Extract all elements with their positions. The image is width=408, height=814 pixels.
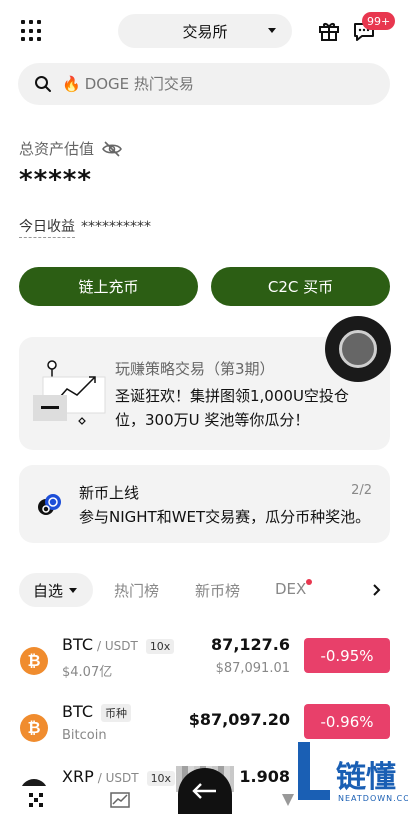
search-bar[interactable]: 🔥 bbox=[18, 63, 390, 105]
chevron-right-icon[interactable] bbox=[370, 583, 384, 597]
news-title: 新币上线 bbox=[79, 484, 140, 502]
pair: / USDT bbox=[96, 639, 138, 653]
symbol: BTC bbox=[62, 702, 93, 721]
tab-hot[interactable]: 热门榜 bbox=[114, 580, 159, 601]
onchain-deposit-button[interactable]: 链上充币 bbox=[19, 267, 198, 306]
total-assets-text: 总资产估值 bbox=[19, 140, 95, 158]
caret-down-icon bbox=[268, 28, 276, 33]
c2c-buy-button[interactable]: C2C 买币 bbox=[211, 267, 390, 306]
price: 1.908 bbox=[239, 767, 290, 786]
today-earnings-value: ********** bbox=[81, 219, 151, 235]
row-symbol: BTC 币种 bbox=[62, 702, 131, 722]
home-logo-icon[interactable] bbox=[26, 792, 46, 808]
gift-icon[interactable] bbox=[318, 20, 340, 42]
change-badge[interactable]: -0.96% bbox=[304, 704, 390, 739]
leverage-tag: 10x bbox=[145, 639, 175, 654]
market-chart-icon[interactable] bbox=[110, 792, 130, 808]
total-assets-label: 总资产估值 bbox=[19, 138, 122, 159]
total-assets-value: ***** bbox=[19, 165, 92, 195]
price: 87,127.6 bbox=[211, 635, 290, 654]
tab-new-coins[interactable]: 新币榜 bbox=[195, 580, 240, 601]
floating-record-button[interactable] bbox=[325, 316, 391, 382]
pair: / USDT bbox=[97, 771, 139, 785]
tabs-fade bbox=[338, 578, 350, 602]
neatdown-logo-icon bbox=[298, 742, 330, 800]
menu-grid-icon[interactable] bbox=[21, 20, 43, 42]
dex-notification-dot bbox=[306, 579, 312, 585]
type-tag: 币种 bbox=[100, 704, 131, 722]
notification-badge: 99+ bbox=[362, 12, 396, 30]
symbol: BTC bbox=[62, 635, 93, 654]
promo-title: 玩赚策略交易（第3期） bbox=[115, 360, 275, 378]
exchange-mode-label: 交易所 bbox=[182, 22, 228, 41]
watermark-text: 链懂 bbox=[336, 760, 396, 795]
news-pager: 2/2 bbox=[351, 483, 372, 498]
market-row[interactable]: ₿ BTC 币种 Bitcoin $87,097.20 -0.96% bbox=[0, 700, 408, 760]
row-symbol: XRP / USDT 10x bbox=[62, 767, 176, 786]
symbol: XRP bbox=[62, 767, 94, 786]
record-ring-icon bbox=[339, 330, 377, 368]
search-icon bbox=[35, 76, 51, 92]
coin-name: Bitcoin bbox=[62, 728, 107, 743]
leverage-tag: 10x bbox=[146, 771, 176, 786]
today-earnings-label: 今日收益 bbox=[19, 216, 75, 238]
caret-down-icon bbox=[69, 587, 78, 593]
row-symbol: BTC / USDT 10x bbox=[62, 635, 175, 654]
price-usd: $87,091.01 bbox=[215, 661, 290, 676]
fire-icon: 🔥 bbox=[62, 75, 81, 93]
new-listing-card[interactable]: 新币上线 2/2 参与NIGHT和WET交易赛，瓜分币种奖池。 bbox=[19, 465, 390, 543]
news-text: 参与NIGHT和WET交易赛，瓜分币种奖池。 bbox=[79, 508, 371, 526]
tab-favorites[interactable]: 自选 bbox=[19, 573, 93, 607]
promo-text: 圣诞狂欢！集拼图领1,000U空投仓位，300万U 奖池等你瓜分！ bbox=[115, 387, 349, 429]
bitcoin-icon: ₿ bbox=[20, 714, 48, 742]
top-bar: 交易所 99+ bbox=[0, 12, 408, 48]
market-tabs: 自选 热门榜 新币榜 DEX bbox=[0, 573, 408, 609]
back-button[interactable] bbox=[178, 768, 232, 814]
market-row[interactable]: ₿ BTC / USDT 10x $4.07亿 87,127.6 $87,091… bbox=[0, 633, 408, 693]
tab-dex[interactable]: DEX bbox=[275, 580, 306, 598]
strategy-chart-icon bbox=[33, 360, 106, 425]
new-coin-icon bbox=[38, 494, 61, 515]
bitcoin-icon: ₿ bbox=[20, 647, 48, 675]
exchange-mode-dropdown[interactable]: 交易所 bbox=[118, 14, 292, 48]
eye-hidden-icon[interactable] bbox=[102, 140, 122, 157]
back-arrow-icon bbox=[192, 783, 216, 799]
watermark-subtext: NEATDOWN.COM bbox=[338, 794, 408, 803]
today-earnings[interactable]: 今日收益 ********** bbox=[19, 216, 151, 238]
change-badge[interactable]: -0.95% bbox=[304, 638, 390, 673]
search-input[interactable] bbox=[84, 75, 345, 93]
price: $87,097.20 bbox=[188, 710, 290, 729]
tab-favorites-label: 自选 bbox=[33, 581, 64, 600]
volume: $4.07亿 bbox=[62, 665, 113, 680]
